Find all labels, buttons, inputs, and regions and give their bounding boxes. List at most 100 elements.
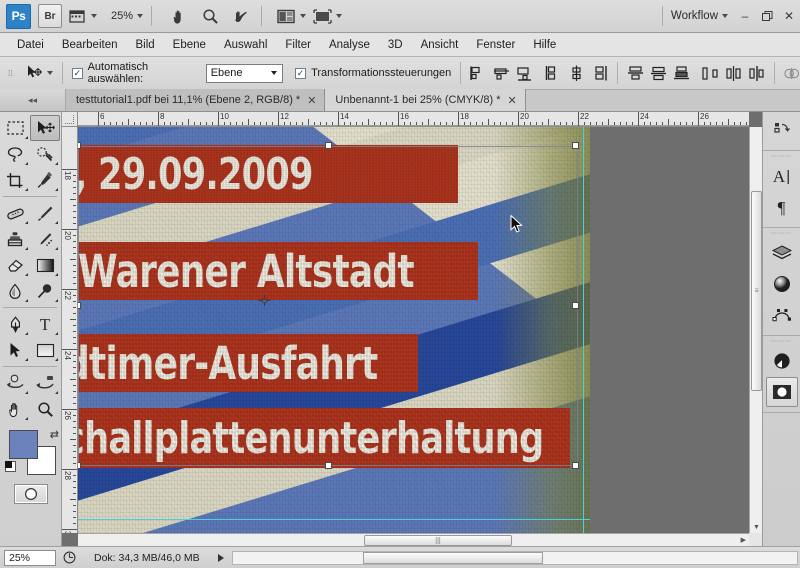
eyedropper-tool[interactable]: [30, 167, 60, 193]
rotate-view-tool-icon[interactable]: [229, 4, 253, 28]
align-bottom-edges-icon[interactable]: [591, 65, 608, 82]
screen-mode-icon[interactable]: [313, 4, 343, 28]
tool-flyout-indicator[interactable]: [25, 417, 28, 420]
status-scroll-track[interactable]: [231, 550, 798, 565]
distribute-left-edges-icon[interactable]: [702, 65, 719, 82]
rectangle-shape-tool[interactable]: [30, 337, 60, 363]
transform-handle-top-left[interactable]: [78, 142, 81, 149]
move-tool-icon[interactable]: [25, 64, 54, 82]
menu-bearbeiten[interactable]: Bearbeiten: [53, 36, 127, 54]
transform-reference-point[interactable]: [259, 295, 270, 306]
pen-tool[interactable]: [0, 311, 30, 337]
crop-tool[interactable]: [0, 167, 30, 193]
align-vertical-centers-icon[interactable]: [568, 65, 585, 82]
quick-selection-tool[interactable]: [30, 141, 60, 167]
scroll-right-arrow-icon[interactable]: ▶: [741, 536, 746, 544]
distribute-horizontal-centers-icon[interactable]: [725, 65, 742, 82]
transform-controls-checkbox[interactable]: ✓ Transformationssteuerungen: [295, 67, 451, 79]
distribute-right-edges-icon[interactable]: [748, 65, 765, 82]
workspace-switcher[interactable]: Workflow: [671, 10, 728, 22]
layers-panel-icon[interactable]: [766, 238, 798, 268]
tool-flyout-indicator[interactable]: [25, 332, 28, 335]
menu-datei[interactable]: Datei: [8, 36, 53, 54]
zoom-tool-icon[interactable]: [198, 4, 222, 28]
move-tool[interactable]: [30, 115, 60, 141]
3d-orbit-camera-tool[interactable]: [30, 370, 60, 396]
chevron-down-icon[interactable]: [300, 14, 307, 18]
quick-mask-mode-button[interactable]: [13, 484, 48, 504]
view-extras-icon[interactable]: [69, 4, 97, 28]
tool-flyout-indicator[interactable]: [25, 247, 28, 250]
options-bar-grip[interactable]: ⁞⁞: [8, 69, 19, 78]
menu-hilfe[interactable]: Hilfe: [524, 36, 565, 54]
canvas-vertical-scrollbar[interactable]: ≡ ▼: [749, 127, 762, 533]
tool-flyout-indicator[interactable]: [55, 188, 58, 191]
distribute-vertical-centers-icon[interactable]: [650, 65, 667, 82]
transform-handle-bottom-left[interactable]: [78, 462, 81, 469]
scroll-down-arrow-icon[interactable]: ▼: [753, 524, 760, 531]
tool-flyout-indicator[interactable]: [25, 188, 28, 191]
history-icon[interactable]: [766, 115, 798, 145]
bridge-icon[interactable]: Br: [38, 4, 62, 28]
tool-flyout-indicator[interactable]: [55, 358, 58, 361]
masks-panel-icon[interactable]: [765, 377, 798, 407]
tool-flyout-indicator[interactable]: [55, 332, 58, 335]
close-icon[interactable]: ✕: [307, 94, 316, 107]
default-colors-icon[interactable]: [5, 461, 16, 472]
tool-flyout-indicator[interactable]: [55, 273, 58, 276]
transform-handle-middle-right[interactable]: [572, 302, 579, 309]
arrange-documents-icon[interactable]: [277, 4, 307, 28]
gradient-tool[interactable]: [30, 252, 60, 278]
tool-flyout-indicator[interactable]: [25, 391, 28, 394]
chevron-down-icon[interactable]: [91, 14, 97, 18]
spot-healing-brush-tool[interactable]: [0, 200, 30, 226]
checkbox-box[interactable]: ✓: [295, 67, 307, 79]
restore-button[interactable]: [756, 5, 778, 27]
status-scroll-thumb[interactable]: [362, 551, 543, 564]
distribute-top-edges-icon[interactable]: [627, 65, 644, 82]
chevron-down-icon[interactable]: [722, 14, 728, 18]
tab-unbenannt-1[interactable]: Unbenannt-1 bei 25% (CMYK/8) * ✕: [325, 89, 526, 111]
zoom-level-display[interactable]: 25%: [111, 10, 144, 22]
brush-tool[interactable]: [30, 200, 60, 226]
paragraph-panel-icon[interactable]: ¶: [766, 192, 798, 222]
panel-group-grip[interactable]: ⋯⋯⋯: [763, 338, 800, 345]
tool-flyout-indicator[interactable]: [55, 299, 58, 302]
panel-group-grip[interactable]: ⋯⋯⋯: [763, 230, 800, 237]
canvas-horizontal-scrollbar[interactable]: ||| ▶: [78, 533, 749, 546]
menu-ebene[interactable]: Ebene: [164, 36, 215, 54]
tool-flyout-indicator[interactable]: [55, 221, 58, 224]
minimize-button[interactable]: –: [734, 5, 756, 27]
clock-icon[interactable]: [56, 551, 82, 564]
menu-3d[interactable]: 3D: [379, 36, 412, 54]
eraser-tool[interactable]: [0, 252, 30, 278]
hand-tool[interactable]: [0, 396, 30, 422]
auto-select-checkbox[interactable]: ✓ Automatisch auswählen:: [72, 61, 199, 85]
close-icon[interactable]: ✕: [508, 94, 517, 107]
color-balance-icon[interactable]: [766, 346, 798, 376]
align-right-edges-icon[interactable]: [516, 65, 533, 82]
tool-flyout-indicator[interactable]: [25, 221, 28, 224]
menu-ansicht[interactable]: Ansicht: [412, 36, 468, 54]
chevron-down-icon[interactable]: [137, 14, 144, 18]
chevron-down-icon[interactable]: [47, 71, 54, 75]
tool-flyout-indicator[interactable]: [25, 136, 28, 139]
canvas-viewport[interactable]: , 29.09.2009 Warener Altstadt dtimer-Aus…: [78, 127, 749, 533]
panel-group-grip[interactable]: ⋯⋯⋯: [763, 153, 800, 160]
chevron-down-icon[interactable]: [336, 14, 343, 18]
status-expand-arrow-icon[interactable]: [217, 553, 224, 562]
auto-align-layers-icon[interactable]: [784, 65, 800, 82]
lasso-tool[interactable]: [0, 141, 30, 167]
type-tool[interactable]: T: [30, 311, 60, 337]
align-horizontal-centers-icon[interactable]: [493, 65, 510, 82]
checkbox-box[interactable]: ✓: [72, 67, 83, 79]
character-panel-icon[interactable]: A |: [766, 161, 798, 191]
tool-flyout-indicator[interactable]: [25, 299, 28, 302]
adjustments-panel-icon[interactable]: [766, 269, 798, 299]
menu-bild[interactable]: Bild: [126, 36, 163, 54]
horizontal-ruler[interactable]: 6 8 10 12 14 16 18 20 22 24 26: [78, 112, 749, 127]
ruler-origin-corner[interactable]: [62, 112, 78, 127]
tab-dock-collapse-button[interactable]: ◂◂: [0, 89, 66, 111]
blur-tool[interactable]: [0, 278, 30, 304]
tool-flyout-indicator[interactable]: [25, 162, 28, 165]
